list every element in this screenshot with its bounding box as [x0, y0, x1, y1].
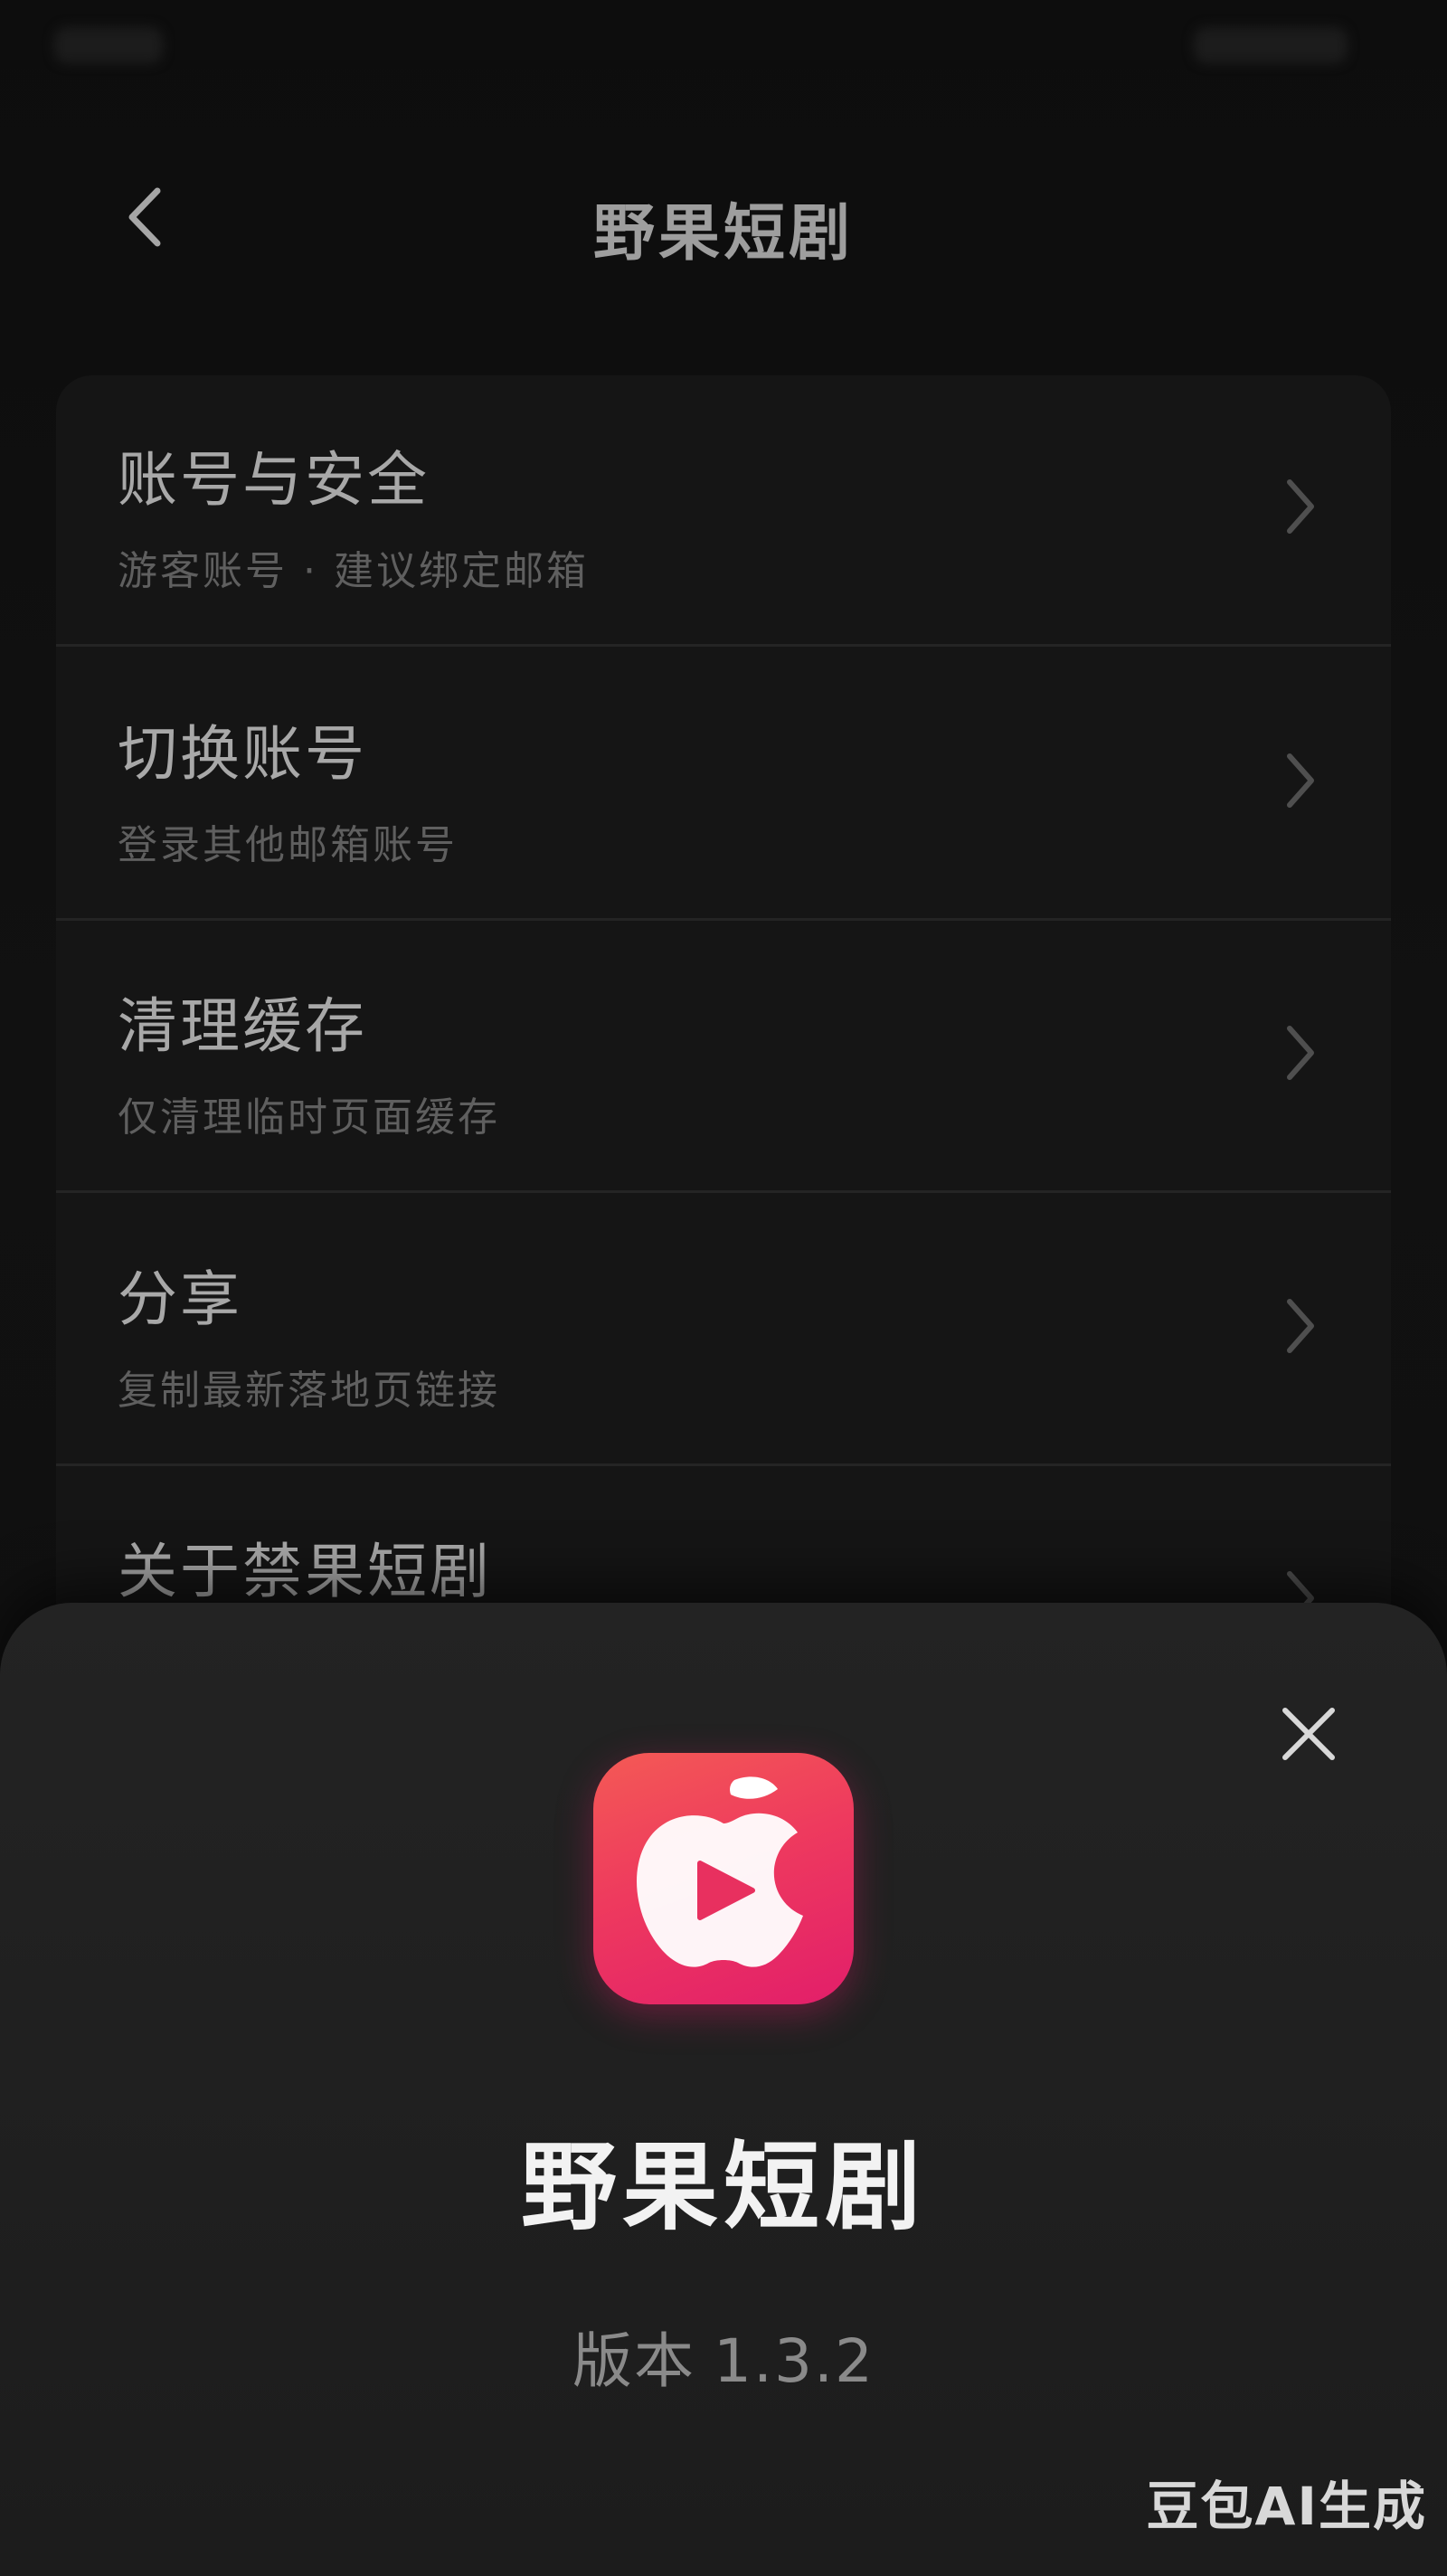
status-icons — [1194, 27, 1348, 63]
version-number: 1.3.2 — [714, 2326, 875, 2396]
app-name: 野果短剧 — [521, 2132, 926, 2243]
divider — [56, 644, 1391, 647]
navigation-bar: 野果短剧 — [0, 163, 1447, 280]
settings-item-title: 关于禁果短剧 — [118, 1537, 492, 1606]
status-time — [54, 27, 163, 63]
close-button[interactable] — [1268, 1693, 1349, 1775]
settings-item-clear-cache[interactable]: 清理缓存 仅清理临时页面缓存 — [56, 922, 1391, 1193]
about-screen: 野果短剧 账号与安全 游客账号 · 建议绑定邮箱 切换账号 登录其他邮箱账号 清… — [0, 0, 1447, 2576]
settings-item-title: 账号与安全 — [118, 445, 430, 515]
chevron-right-icon — [1287, 753, 1314, 808]
settings-item-subtitle: 复制最新落地页链接 — [118, 1368, 500, 1414]
version-info: 版本 1.3.2 — [0, 2313, 1447, 2400]
divider — [56, 1190, 1391, 1193]
close-icon — [1282, 1708, 1335, 1760]
settings-item-subtitle: 游客账号 · 建议绑定邮箱 — [118, 548, 589, 594]
settings-item-title: 切换账号 — [118, 719, 367, 789]
settings-item-switch-account[interactable]: 切换账号 登录其他邮箱账号 — [56, 649, 1391, 921]
chevron-right-icon — [1287, 479, 1314, 534]
settings-item-share[interactable]: 分享 复制最新落地页链接 — [56, 1195, 1391, 1466]
settings-item-account-security[interactable]: 账号与安全 游客账号 · 建议绑定邮箱 — [56, 375, 1391, 647]
version-label: 版本 — [572, 2326, 696, 2396]
ai-generated-watermark: 豆包AI生成 — [1146, 2476, 1427, 2537]
status-bar — [0, 0, 1447, 99]
settings-item-subtitle: 仅清理临时页面缓存 — [118, 1094, 500, 1141]
page-title: 野果短剧 — [592, 198, 854, 270]
chevron-right-icon — [1287, 1026, 1314, 1080]
about-bottom-sheet: 野果短剧 版本 1.3.2 豆包AI生成 — [0, 1603, 1447, 2576]
chevron-right-icon — [1287, 1299, 1314, 1353]
settings-item-title: 分享 — [118, 1264, 242, 1334]
settings-item-subtitle: 登录其他邮箱账号 — [118, 822, 458, 868]
app-logo-icon — [593, 1753, 854, 2004]
settings-item-title: 清理缓存 — [118, 991, 367, 1061]
divider — [56, 1463, 1391, 1466]
divider — [56, 918, 1391, 921]
settings-list: 账号与安全 游客账号 · 建议绑定邮箱 切换账号 登录其他邮箱账号 清理缓存 仅… — [56, 375, 1391, 1732]
